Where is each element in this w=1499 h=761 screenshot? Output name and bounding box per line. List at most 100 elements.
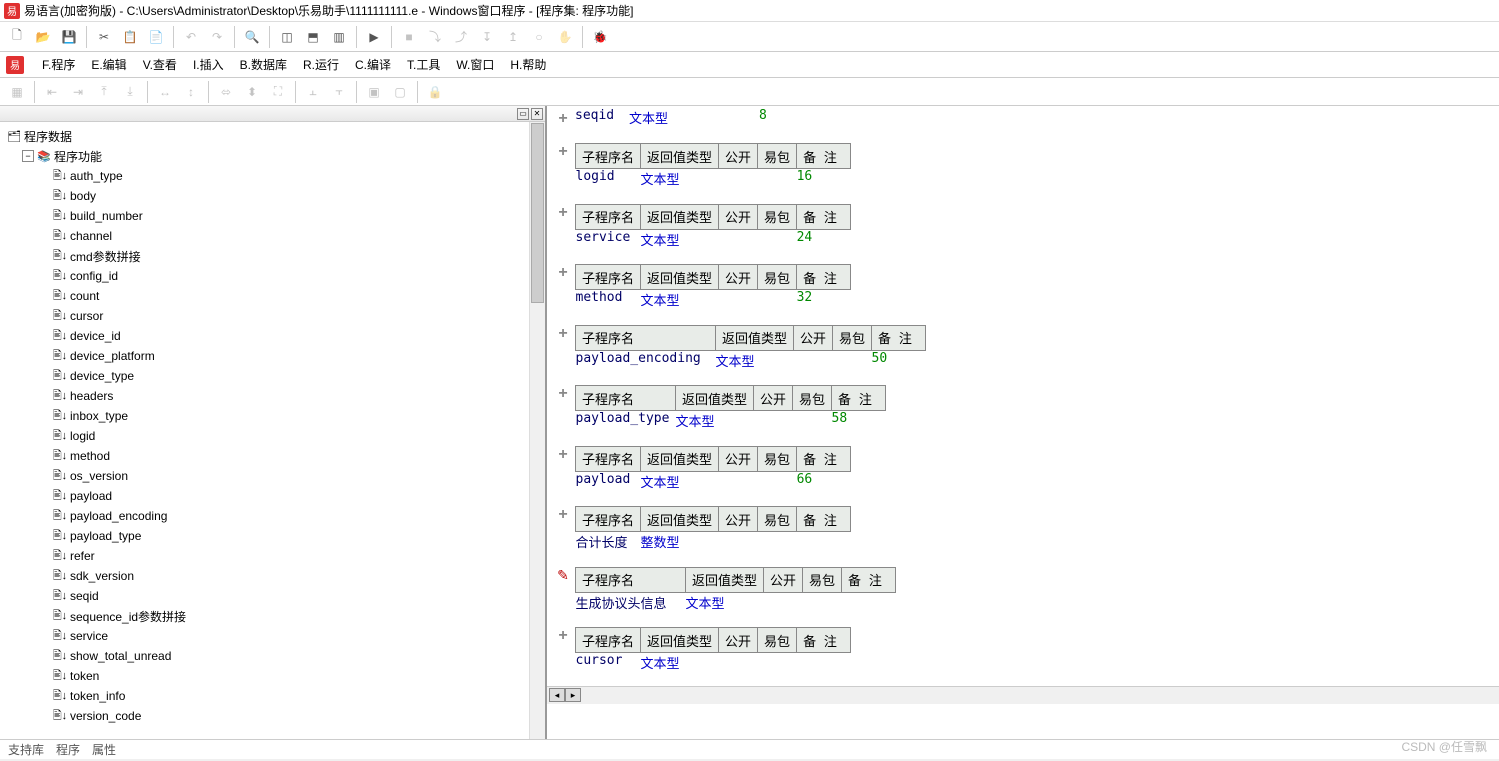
expand-icon[interactable]: + xyxy=(558,264,567,281)
tree-item[interactable]: 🖹↓seqid xyxy=(4,586,541,606)
func-type[interactable]: 文本型 xyxy=(686,592,764,617)
func-name[interactable]: 合计长度 xyxy=(576,532,641,557)
func-type[interactable]: 整数型 xyxy=(641,532,719,557)
step3-icon[interactable]: ↧ xyxy=(475,25,499,49)
func-remark[interactable]: 32 xyxy=(797,290,851,315)
func-name[interactable]: method xyxy=(576,290,641,315)
func-name[interactable]: cursor xyxy=(576,653,641,678)
tree-item[interactable]: 🖹↓device_id xyxy=(4,326,541,346)
func-name[interactable]: logid xyxy=(576,169,641,194)
menu-edit[interactable]: E.编辑 xyxy=(83,53,134,76)
tree-item[interactable]: 🖹↓count xyxy=(4,286,541,306)
menu-program[interactable]: F.程序 xyxy=(34,53,83,76)
pane-float-icon[interactable]: ▭ xyxy=(517,108,529,120)
new-file-icon[interactable]: 🗋 xyxy=(5,25,29,49)
func-type[interactable]: 文本型 xyxy=(676,411,754,436)
menu-run[interactable]: R.运行 xyxy=(295,53,347,76)
tree-item[interactable]: 🖹↓cursor xyxy=(4,306,541,326)
scroll-left-icon[interactable]: ◂ xyxy=(549,688,565,702)
func-public[interactable] xyxy=(719,471,758,496)
tree-item[interactable]: 🖹↓channel xyxy=(4,226,541,246)
align-left-icon[interactable]: ⇤ xyxy=(40,80,64,104)
menu-view[interactable]: V.查看 xyxy=(135,53,185,76)
step1-icon[interactable]: ⤵ xyxy=(423,25,447,49)
program-tree[interactable]: 🗂程序数据−📚程序功能🖹↓auth_type🖹↓body🖹↓build_numb… xyxy=(0,122,545,739)
tree-item[interactable]: 🖹↓sequence_id参数拼接 xyxy=(4,606,541,626)
menu-insert[interactable]: I.插入 xyxy=(185,53,232,76)
expand-icon[interactable]: + xyxy=(558,446,567,463)
func-remark[interactable]: 8 xyxy=(759,108,813,133)
size-h-icon[interactable]: ⬍ xyxy=(240,80,264,104)
menu-compile[interactable]: C.编译 xyxy=(347,53,399,76)
pane-close-icon[interactable]: ✕ xyxy=(531,108,543,120)
tree-item[interactable]: 🖹↓show_total_unread xyxy=(4,646,541,666)
func-easy[interactable] xyxy=(758,532,797,557)
size-w-icon[interactable]: ⬄ xyxy=(214,80,238,104)
tree-root[interactable]: 🗂程序数据 xyxy=(4,126,541,146)
expand-icon[interactable]: + xyxy=(558,143,567,160)
func-public[interactable] xyxy=(764,592,803,617)
menu-tools[interactable]: T.工具 xyxy=(399,53,448,76)
dist-v-icon[interactable]: ↕ xyxy=(179,80,203,104)
func-public[interactable] xyxy=(719,290,758,315)
hand-icon[interactable]: ✋ xyxy=(553,25,577,49)
tree-item[interactable]: 🖹↓version_code xyxy=(4,706,541,726)
tree-item[interactable]: 🖹↓token_info xyxy=(4,686,541,706)
expand-icon[interactable]: + xyxy=(558,506,567,523)
tree-item[interactable]: 🖹↓refer xyxy=(4,546,541,566)
status-prop[interactable]: 属性 xyxy=(92,741,116,758)
func-remark[interactable]: 66 xyxy=(797,471,851,496)
func-type[interactable]: 文本型 xyxy=(641,653,719,678)
func-type[interactable]: 文本型 xyxy=(641,471,719,496)
func-remark[interactable]: 24 xyxy=(797,229,851,254)
panel3-icon[interactable]: ▥ xyxy=(327,25,351,49)
step2-icon[interactable]: ⤴ xyxy=(449,25,473,49)
step4-icon[interactable]: ↥ xyxy=(501,25,525,49)
func-remark[interactable]: 16 xyxy=(797,169,851,194)
panel2-icon[interactable]: ⬒ xyxy=(301,25,325,49)
horizontal-scroll[interactable]: ◂ ▸ xyxy=(547,686,1499,704)
tree-item[interactable]: 🖹↓headers xyxy=(4,386,541,406)
help-icon[interactable]: 🐞 xyxy=(588,25,612,49)
func-public[interactable] xyxy=(719,532,758,557)
func-public[interactable] xyxy=(719,229,758,254)
align-right-icon[interactable]: ⇥ xyxy=(66,80,90,104)
tree-item[interactable]: 🖹↓cmd参数拼接 xyxy=(4,246,541,266)
back-icon[interactable]: ▢ xyxy=(388,80,412,104)
expand-icon[interactable]: + xyxy=(558,204,567,221)
func-easy[interactable] xyxy=(758,653,797,678)
func-easy[interactable] xyxy=(721,108,759,133)
func-type[interactable]: 文本型 xyxy=(716,350,794,375)
status-prog[interactable]: 程序 xyxy=(56,741,80,758)
tree-scrollbar[interactable] xyxy=(529,122,545,739)
dist-h-icon[interactable]: ↔ xyxy=(153,80,177,104)
func-type[interactable]: 文本型 xyxy=(641,169,719,194)
func-easy[interactable] xyxy=(803,592,842,617)
func-remark[interactable] xyxy=(797,653,851,678)
func-public[interactable] xyxy=(719,653,758,678)
tree-item[interactable]: 🖹↓service xyxy=(4,626,541,646)
tree-item[interactable]: 🖹↓os_version xyxy=(4,466,541,486)
expand-icon[interactable]: + xyxy=(558,627,567,644)
center-h-icon[interactable]: ⫠ xyxy=(301,80,325,104)
lock-icon[interactable]: 🔒 xyxy=(423,80,447,104)
center-v-icon[interactable]: ⫟ xyxy=(327,80,351,104)
tree-item[interactable]: 🖹↓auth_type xyxy=(4,166,541,186)
tree-item[interactable]: 🖹↓inbox_type xyxy=(4,406,541,426)
front-icon[interactable]: ▣ xyxy=(362,80,386,104)
func-easy[interactable] xyxy=(758,290,797,315)
func-easy[interactable] xyxy=(758,229,797,254)
paste-icon[interactable]: 📄 xyxy=(144,25,168,49)
redo-icon[interactable]: ↷ xyxy=(205,25,229,49)
grid-icon[interactable]: ▦ xyxy=(5,80,29,104)
func-name[interactable]: payload_encoding xyxy=(576,350,716,375)
expand-icon[interactable]: + xyxy=(558,110,567,127)
func-name[interactable]: seqid xyxy=(575,108,629,133)
search-icon[interactable]: 🔍 xyxy=(240,25,264,49)
align-bottom-icon[interactable]: ⤓ xyxy=(118,80,142,104)
func-easy[interactable] xyxy=(793,411,832,436)
func-remark[interactable]: 50 xyxy=(872,350,926,375)
tree-item[interactable]: 🖹↓sdk_version xyxy=(4,566,541,586)
func-remark[interactable] xyxy=(842,592,896,617)
undo-icon[interactable]: ↶ xyxy=(179,25,203,49)
